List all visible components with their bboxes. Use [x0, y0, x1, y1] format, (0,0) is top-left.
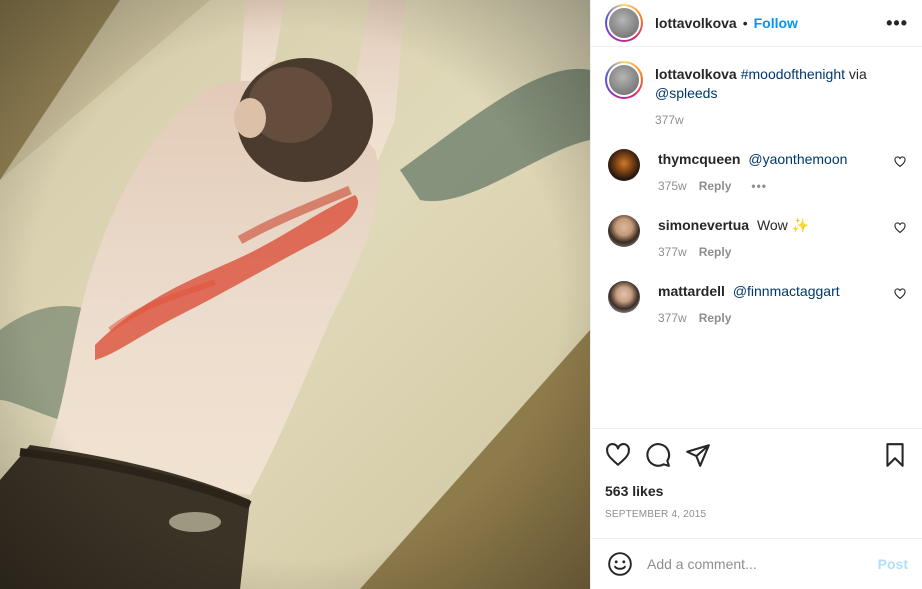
post-side-panel: lottavolkova • Follow ••• lottavolkova #m…: [590, 0, 922, 589]
comment-username[interactable]: thymcqueen: [658, 151, 740, 167]
post-actions: 563 likes September 4, 2015: [591, 428, 922, 538]
caption-via: via: [848, 66, 867, 82]
comment-time[interactable]: 375w: [658, 179, 687, 193]
caption-avatar[interactable]: [605, 61, 643, 99]
reply-button[interactable]: Reply: [699, 245, 732, 259]
post-image[interactable]: [0, 0, 590, 589]
comment-content: Wow ✨: [756, 217, 810, 233]
author-avatar[interactable]: [605, 4, 643, 42]
commenter-avatar[interactable]: [608, 149, 640, 181]
avatar-image: [609, 8, 639, 38]
commenter-avatar[interactable]: [608, 281, 640, 313]
comment-mention[interactable]: @yaonthemoon: [748, 151, 847, 167]
comment-meta: 375w Reply •••: [658, 179, 847, 193]
author-username[interactable]: lottavolkova: [655, 15, 737, 31]
caption-time[interactable]: 377w: [655, 113, 684, 127]
caption-mention[interactable]: @spleeds: [655, 85, 717, 101]
post-date[interactable]: September 4, 2015: [605, 509, 908, 520]
comment-time[interactable]: 377w: [658, 311, 687, 325]
post-header: lottavolkova • Follow •••: [591, 0, 922, 47]
follow-button[interactable]: Follow: [754, 15, 798, 31]
comment-more-icon[interactable]: •••: [751, 179, 767, 193]
commenter-avatar[interactable]: [608, 215, 640, 247]
caption-hashtag[interactable]: #moodofthenight: [741, 66, 845, 82]
likes-count[interactable]: 563 likes: [605, 483, 908, 499]
comment-mention[interactable]: @finnmactaggart: [733, 283, 840, 299]
caption-username[interactable]: lottavolkova: [655, 66, 737, 82]
avatar-inner: [607, 63, 641, 97]
avatar-inner: [607, 6, 641, 40]
post-photo: [0, 0, 590, 589]
comment-body: mattardell @finnmactaggart 377w Reply: [658, 281, 840, 325]
comment-body: thymcqueen @yaonthemoon 375w Reply •••: [658, 149, 847, 193]
comment-meta: 377w Reply: [658, 311, 840, 325]
post-comment-button[interactable]: Post: [878, 556, 908, 572]
comment-text: thymcqueen @yaonthemoon: [658, 150, 847, 169]
comment-username[interactable]: mattardell: [658, 283, 725, 299]
more-icon[interactable]: •••: [886, 14, 908, 32]
comment-like-heart-icon[interactable]: [894, 222, 906, 234]
comment-like-heart-icon[interactable]: [894, 288, 906, 300]
comment-input[interactable]: [647, 556, 878, 572]
reply-button[interactable]: Reply: [699, 311, 732, 325]
comment-username[interactable]: simonevertua: [658, 217, 749, 233]
caption-text: lottavolkova #moodofthenight via @spleeds: [655, 65, 908, 103]
reply-button[interactable]: Reply: [699, 179, 732, 193]
instagram-post: lottavolkova • Follow ••• lottavolkova #m…: [0, 0, 922, 589]
heart-icon[interactable]: [605, 442, 631, 468]
comment-item: simonevertua Wow ✨ 377w Reply: [605, 215, 908, 259]
comment-body: simonevertua Wow ✨ 377w Reply: [658, 215, 809, 259]
caption: lottavolkova #moodofthenight via @spleeds…: [605, 61, 908, 127]
comment-time[interactable]: 377w: [658, 245, 687, 259]
separator-dot: •: [742, 15, 748, 31]
bookmark-icon[interactable]: [882, 442, 908, 468]
comment-like-heart-icon[interactable]: [894, 156, 906, 168]
avatar-image: [609, 65, 639, 95]
comment-icon[interactable]: [645, 442, 671, 468]
comment-meta: 377w Reply: [658, 245, 809, 259]
action-icons: [605, 441, 908, 469]
comment-item: thymcqueen @yaonthemoon 375w Reply •••: [605, 149, 908, 193]
share-icon[interactable]: [685, 442, 711, 468]
caption-body: lottavolkova #moodofthenight via @spleeds…: [655, 61, 908, 127]
comments-list[interactable]: lottavolkova #moodofthenight via @spleeds…: [591, 47, 922, 428]
comment-text: mattardell @finnmactaggart: [658, 282, 840, 301]
add-comment-bar: Post: [591, 538, 922, 589]
caption-meta: 377w: [655, 113, 908, 127]
emoji-icon[interactable]: [607, 551, 633, 577]
comment-text: simonevertua Wow ✨: [658, 216, 809, 235]
comment-item: mattardell @finnmactaggart 377w Reply: [605, 281, 908, 325]
